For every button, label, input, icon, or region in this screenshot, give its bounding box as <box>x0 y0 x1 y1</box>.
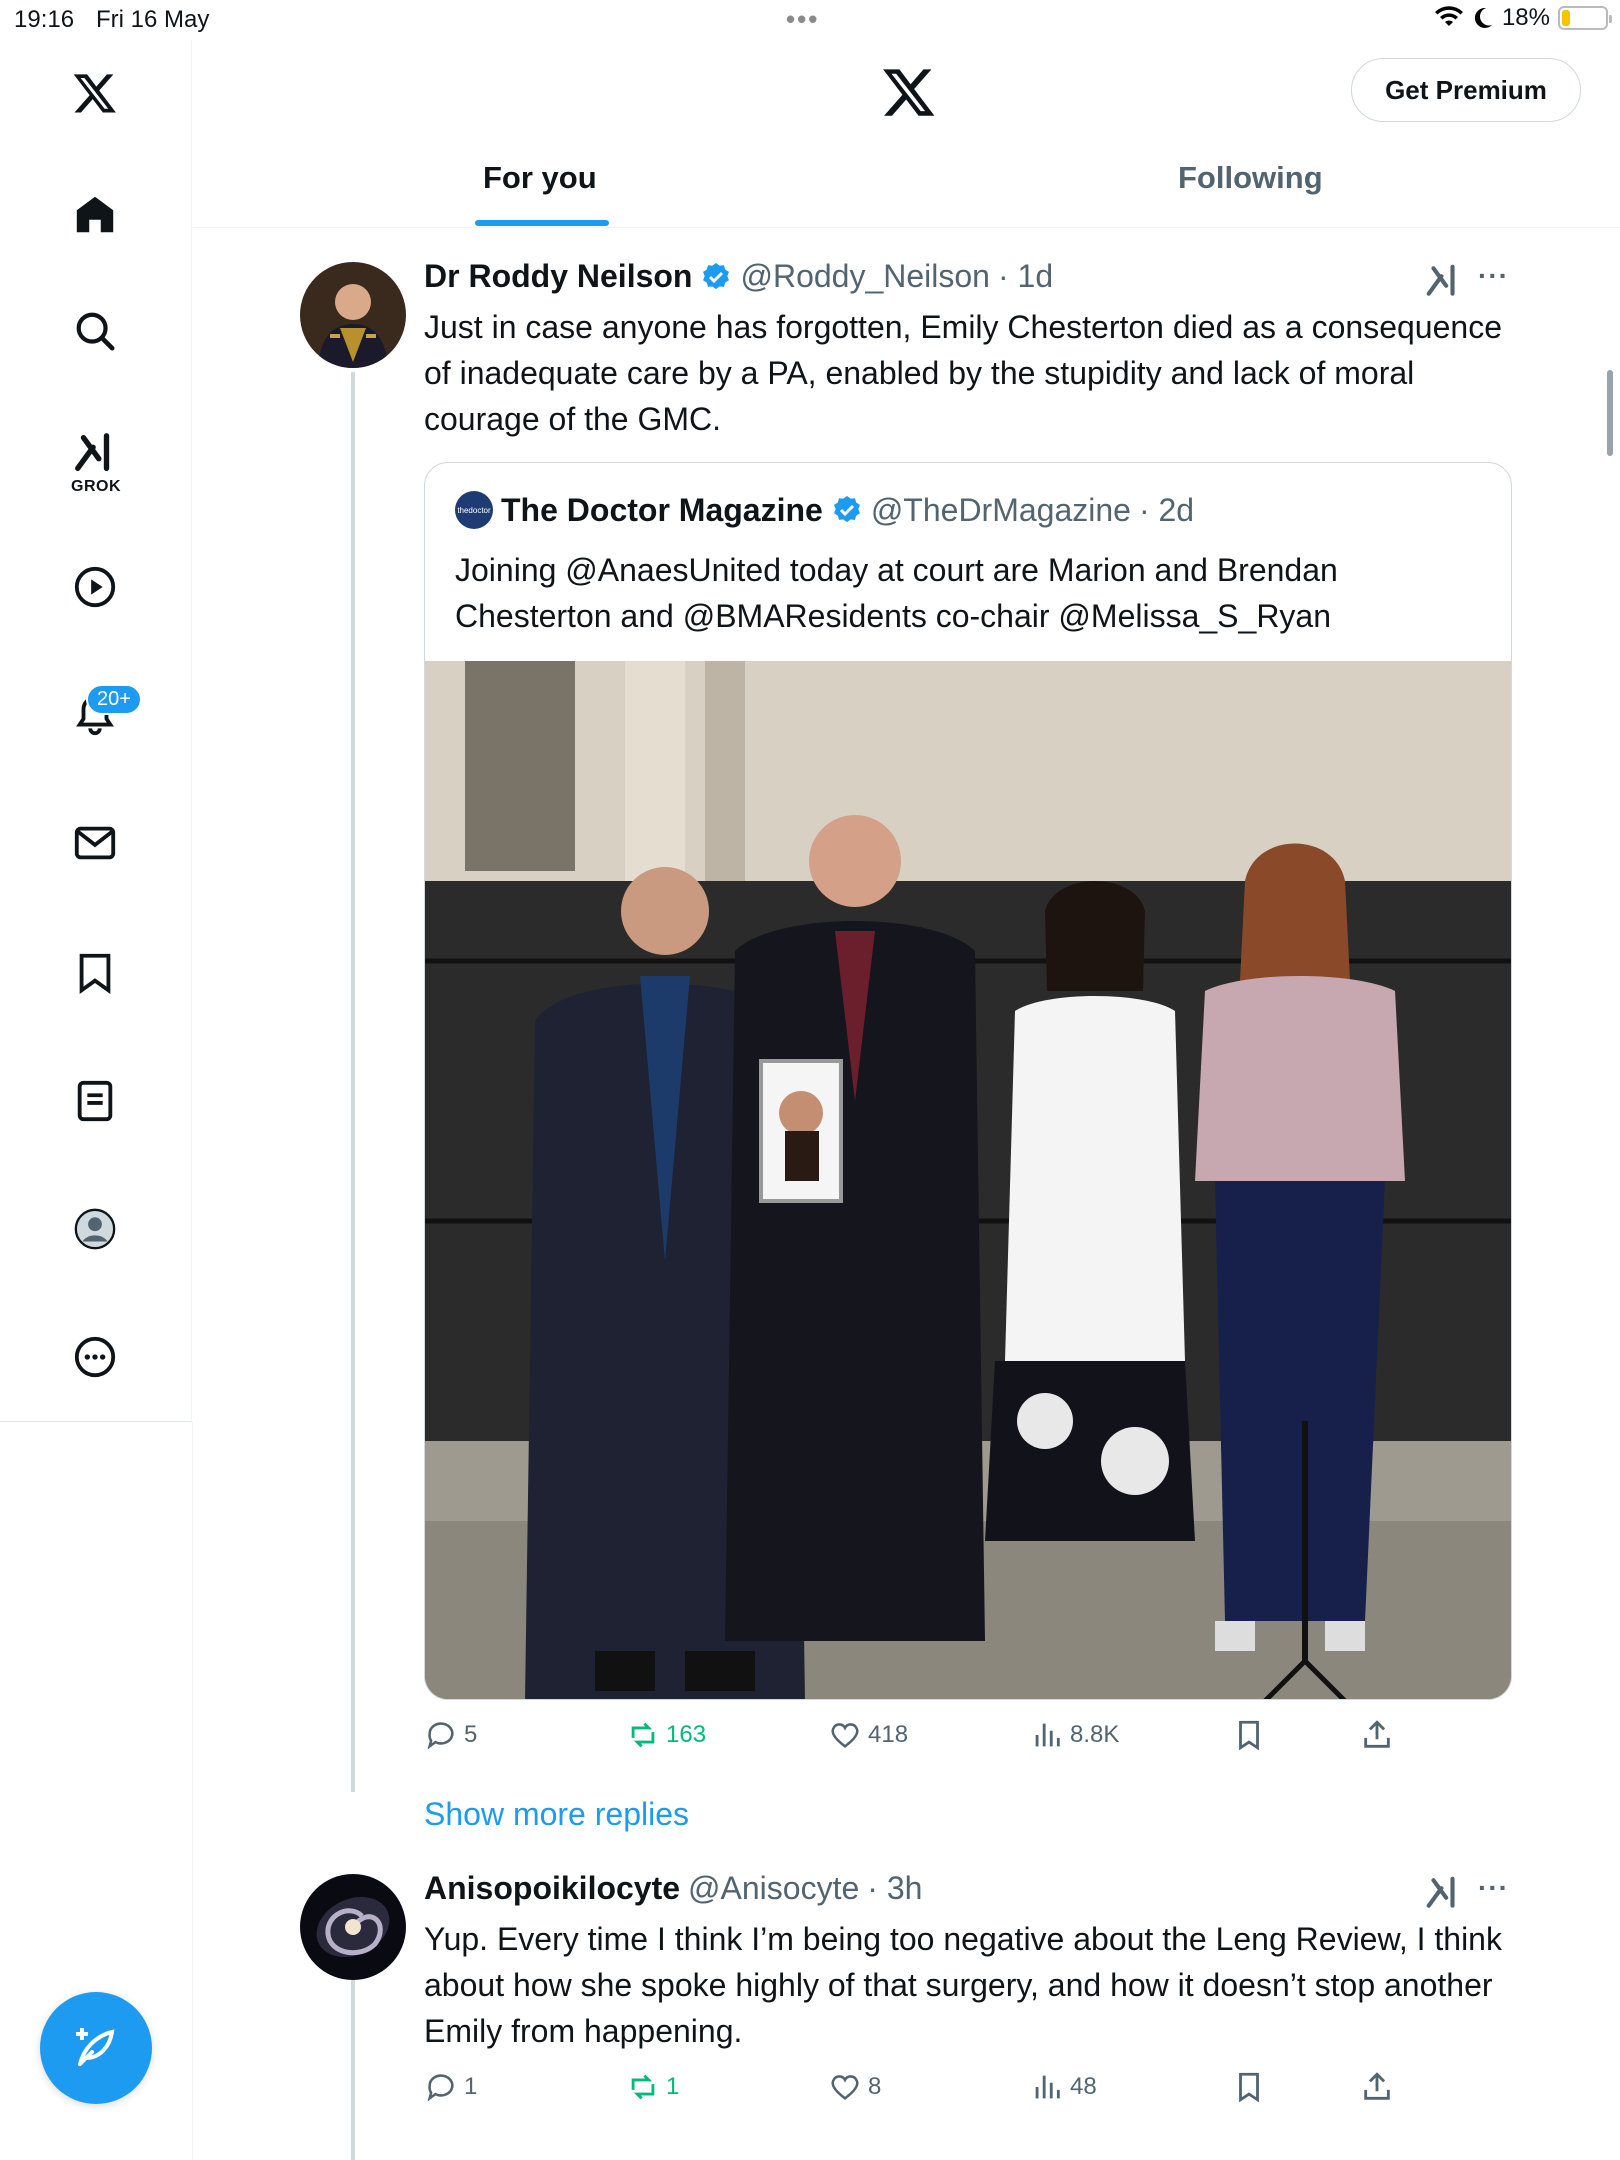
verified-badge-icon <box>833 496 860 523</box>
search-icon[interactable] <box>66 302 124 360</box>
thread-line <box>351 372 355 1792</box>
reply-button[interactable]: 5 <box>424 1718 477 1752</box>
battery-percent: 18% <box>1501 4 1550 31</box>
tab-for-you[interactable]: For you <box>483 160 597 196</box>
left-navigation: GROK 20+ <box>0 40 192 1422</box>
share-icon <box>1364 1720 1390 1748</box>
status-right: 18% <box>1434 4 1612 32</box>
quote-avatar[interactable]: thedoctor <box>455 491 493 529</box>
bookmark-icon <box>1239 2072 1259 2103</box>
profile-icon[interactable] <box>66 1200 124 1258</box>
grok-icon[interactable] <box>66 424 124 482</box>
more-icon[interactable] <box>66 1328 124 1386</box>
share-button[interactable] <box>1360 2070 1394 2104</box>
repost-icon <box>631 2074 655 2100</box>
repost-button[interactable]: 1 <box>626 2070 679 2104</box>
tweet-text: Just in case anyone has forgotten, Emily… <box>424 309 1502 437</box>
compose-button[interactable] <box>40 1992 152 2104</box>
views-count: 48 <box>1070 2073 1097 2100</box>
tweet-time[interactable]: · 3h <box>867 1870 922 1907</box>
reply-button[interactable]: 1 <box>424 2070 477 2104</box>
verified-badge-icon <box>703 262 730 289</box>
avatar[interactable] <box>300 262 406 368</box>
repost-button[interactable]: 163 <box>626 1718 706 1752</box>
quote-author-handle[interactable]: @TheDrMagazine <box>871 492 1131 529</box>
quote-time: · 2d <box>1138 491 1195 528</box>
grok-explain-icon[interactable] <box>1424 262 1462 300</box>
wifi-icon <box>1434 6 1463 26</box>
heart-icon <box>831 1723 859 1748</box>
reply-icon <box>427 1722 454 1750</box>
tweet-time[interactable]: · 1d <box>998 258 1053 295</box>
tweet-actions: 5 163 418 8.8K <box>424 1718 1424 1758</box>
share-icon <box>1364 2072 1390 2100</box>
views-icon <box>1035 1723 1060 1747</box>
quote-header: thedoctor The Doctor Magazine @TheDrMaga… <box>455 491 1194 529</box>
show-more-replies-link[interactable]: Show more replies <box>424 1796 689 1833</box>
home-icon[interactable] <box>66 186 124 244</box>
views-button[interactable]: 8.8K <box>1030 1718 1119 1752</box>
tweet-more-button[interactable]: ··· <box>1478 1872 1509 1904</box>
author-name[interactable]: Dr Roddy Neilson <box>424 258 692 295</box>
scrollbar[interactable] <box>1607 370 1613 456</box>
author-name[interactable]: Anisopoikilocyte <box>424 1870 680 1907</box>
tweet-more-button[interactable]: ··· <box>1478 260 1509 292</box>
repost-count: 1 <box>666 2073 680 2100</box>
video-icon[interactable] <box>66 558 124 616</box>
views-count: 8.8K <box>1070 1721 1120 1748</box>
author-handle[interactable]: @Anisocyte <box>688 1870 859 1907</box>
views-button[interactable]: 48 <box>1030 2070 1097 2104</box>
bookmark-icon[interactable] <box>66 944 124 1002</box>
notifications-badge: 20+ <box>86 684 142 715</box>
reply-count: 5 <box>464 1721 478 1748</box>
like-count: 418 <box>868 1721 909 1748</box>
status-date: Fri 16 May <box>96 6 210 33</box>
status-bar: 19:16 Fri 16 May ••• 18% <box>0 0 1620 40</box>
quote-text: Joining @AnaesUnited today at court are … <box>455 552 1338 634</box>
tweet-header: Dr Roddy Neilson @Roddy_Neilson · 1d <box>424 258 1053 295</box>
views-icon <box>1035 2075 1060 2099</box>
reply-count: 1 <box>464 2073 478 2100</box>
like-button[interactable]: 8 <box>828 2070 881 2104</box>
like-count: 8 <box>868 2073 882 2100</box>
repost-count: 163 <box>666 1721 707 1748</box>
active-tab-indicator <box>475 220 609 226</box>
tweet-text: Yup. Every time I think I’m being too ne… <box>424 1921 1502 2049</box>
bookmark-button[interactable] <box>1232 1718 1266 1752</box>
timeline-header: Get Premium For you Following <box>193 40 1620 228</box>
mail-icon[interactable] <box>66 814 124 872</box>
battery-icon <box>1558 6 1612 30</box>
nav-divider <box>192 1422 193 2160</box>
quote-author-name[interactable]: The Doctor Magazine <box>501 492 823 529</box>
author-handle[interactable]: @Roddy_Neilson <box>740 258 990 295</box>
bookmark-button[interactable] <box>1232 2070 1266 2104</box>
multitask-dots[interactable]: ••• <box>786 4 819 35</box>
get-premium-button[interactable]: Get Premium <box>1351 58 1581 122</box>
x-header-logo-icon[interactable] <box>881 64 937 120</box>
x-logo-icon[interactable] <box>66 64 124 122</box>
tweet-actions: 1 1 8 48 <box>424 2070 1424 2110</box>
list-icon[interactable] <box>66 1072 124 1130</box>
tweet-header: Anisopoikilocyte @Anisocyte · 3h <box>424 1870 922 1907</box>
grok-explain-icon[interactable] <box>1424 1874 1462 1912</box>
moon-icon <box>1474 7 1492 28</box>
bookmark-icon <box>1239 1720 1259 1751</box>
tweet-photo[interactable] <box>425 661 1512 1700</box>
heart-icon <box>831 2075 859 2100</box>
like-button[interactable]: 418 <box>828 1718 908 1752</box>
tab-following[interactable]: Following <box>1178 160 1323 196</box>
status-time: 19:16 <box>14 6 75 33</box>
grok-label: GROK <box>71 478 121 495</box>
reply-icon <box>427 2074 454 2102</box>
repost-icon <box>631 1722 655 1748</box>
avatar[interactable] <box>300 1874 406 1980</box>
compose-feather-icon <box>76 2028 115 2066</box>
quoted-tweet[interactable]: thedoctor The Doctor Magazine @TheDrMaga… <box>424 462 1512 1700</box>
share-button[interactable] <box>1360 1718 1394 1752</box>
